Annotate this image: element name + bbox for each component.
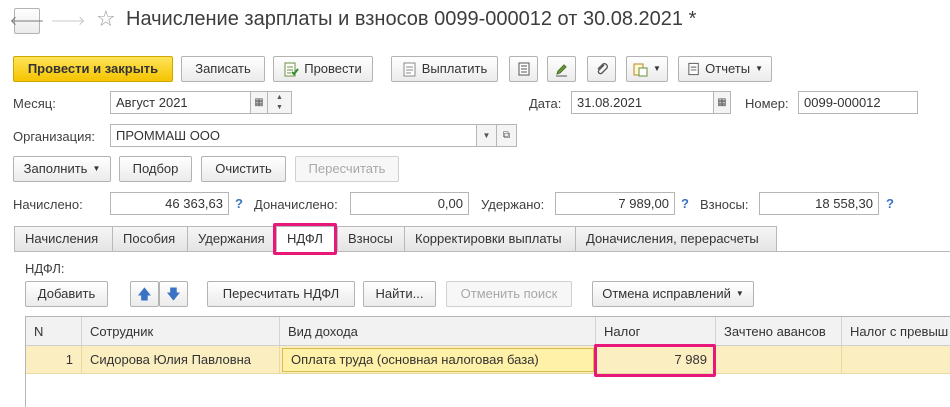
organization-input[interactable]: ПРОММАШ ООО: [110, 124, 477, 147]
month-label: Месяц:: [13, 96, 56, 111]
recalculate-button[interactable]: Пересчитать: [295, 156, 399, 182]
attach-button[interactable]: [587, 56, 616, 82]
additional-accrued-value: 0,00: [350, 192, 469, 215]
table-row[interactable]: 1 Сидорова Юлия Павловна Оплата труда (о…: [26, 346, 950, 374]
column-header-n[interactable]: N: [26, 317, 82, 346]
add-button[interactable]: Добавить: [25, 281, 108, 307]
post-and-close-button[interactable]: Провести и закрыть: [13, 56, 173, 82]
pay-button[interactable]: Выплатить: [391, 56, 498, 82]
chevron-down-icon: ▼: [653, 64, 661, 73]
cell-income-type[interactable]: Оплата труда (основная налоговая база): [282, 348, 594, 372]
withheld-help-icon[interactable]: ?: [681, 196, 689, 211]
window-title: Начисление зарплаты и взносов 0099-00001…: [126, 8, 697, 30]
withheld-value: 7 989,00: [555, 192, 675, 215]
organization-dropdown-button[interactable]: ▼: [477, 124, 497, 147]
column-header-income-type[interactable]: Вид дохода: [280, 317, 596, 346]
fill-button[interactable]: Заполнить ▼: [13, 156, 111, 182]
date-input[interactable]: 31.08.2021: [571, 91, 714, 114]
tax-cell-highlight: [594, 344, 716, 377]
cell-excess-tax[interactable]: [842, 346, 950, 374]
cancel-corrections-button[interactable]: Отмена исправлений ▼: [592, 281, 754, 307]
ndfl-section-label: НДФЛ:: [25, 261, 65, 276]
number-label: Номер:: [745, 96, 789, 111]
organization-label: Организация:: [13, 129, 96, 144]
clear-button[interactable]: Очистить: [201, 156, 286, 182]
pencil-icon: [556, 63, 567, 76]
list-icon: [518, 62, 529, 76]
month-calendar-button[interactable]: ▦: [251, 91, 268, 114]
tab-recalculations[interactable]: Доначисления, перерасчеты: [575, 226, 777, 252]
accrued-value: 46 363,63: [110, 192, 229, 215]
post-button[interactable]: Провести: [273, 56, 373, 82]
chevron-down-icon: ▼: [735, 289, 744, 298]
ndfl-tab-highlight: [273, 223, 337, 255]
pay-document-icon: [403, 62, 416, 76]
post-document-icon: [284, 62, 300, 76]
move-down-button[interactable]: 🡇: [159, 281, 188, 307]
tab-payment-corrections[interactable]: Корректировки выплаты: [404, 226, 576, 252]
column-header-advances[interactable]: Зачтено авансов: [716, 317, 842, 346]
edit-button[interactable]: [547, 56, 576, 82]
number-input[interactable]: 0099-000012: [798, 91, 918, 114]
favorite-star-icon[interactable]: ☆: [96, 6, 116, 32]
open-link-icon: ⧉: [502, 130, 511, 141]
month-input[interactable]: Август 2021: [110, 91, 251, 114]
additional-accrued-label: Доначислено:: [254, 197, 338, 212]
calendar-icon: ▦: [254, 97, 264, 108]
cell-n[interactable]: 1: [26, 346, 82, 374]
contributions-label: Взносы:: [700, 197, 749, 212]
column-header-excess-tax[interactable]: Налог с превыш: [842, 317, 950, 346]
chevron-down-icon: ▼: [92, 164, 101, 173]
ndfl-table: N Сотрудник Вид дохода Налог Зачтено ава…: [25, 316, 950, 407]
organization-open-button[interactable]: ⧉: [497, 124, 517, 147]
calendar-icon: ▦: [717, 97, 727, 108]
document-create-icon: [633, 63, 648, 76]
cell-employee[interactable]: Сидорова Юлия Павловна: [82, 346, 280, 374]
withheld-label: Удержано:: [481, 197, 545, 212]
column-header-employee[interactable]: Сотрудник: [82, 317, 280, 346]
paperclip-icon: [597, 63, 608, 75]
cell-advances[interactable]: [716, 346, 842, 374]
back-button[interactable]: 🡐: [10, 8, 44, 34]
arrow-down-icon: 🡇: [166, 286, 181, 302]
recalculate-ndfl-button[interactable]: Пересчитать НДФЛ: [207, 281, 355, 307]
tab-contributions[interactable]: Взносы: [337, 226, 405, 252]
arrow-right-icon: 🡒: [50, 13, 86, 28]
column-header-tax[interactable]: Налог: [596, 317, 716, 346]
arrow-left-icon: 🡐: [9, 13, 45, 28]
move-up-button[interactable]: 🡅: [130, 281, 159, 307]
tab-deductions[interactable]: Удержания: [187, 226, 277, 252]
cancel-search-button[interactable]: Отменить поиск: [446, 281, 572, 307]
save-button[interactable]: Записать: [181, 56, 265, 82]
date-calendar-button[interactable]: ▦: [714, 91, 731, 114]
stepper-up-icon: ▲: [276, 94, 283, 101]
date-label: Дата:: [529, 96, 562, 111]
accrued-label: Начислено:: [13, 197, 83, 212]
list-view-button[interactable]: [509, 56, 538, 82]
chevron-down-icon: ▼: [482, 131, 491, 140]
select-button[interactable]: Подбор: [119, 156, 192, 182]
create-based-on-button[interactable]: ▼: [626, 56, 668, 82]
arrow-up-icon: 🡅: [137, 286, 152, 302]
contributions-help-icon[interactable]: ?: [886, 196, 894, 211]
contributions-value: 18 558,30: [759, 192, 879, 215]
chevron-down-icon: ▼: [755, 64, 763, 73]
stepper-down-icon: ▼: [276, 104, 283, 111]
tab-benefits[interactable]: Пособия: [112, 226, 188, 252]
reports-button[interactable]: Отчеты ▼: [678, 56, 772, 82]
forward-button[interactable]: 🡒: [51, 8, 86, 34]
report-icon: [688, 62, 699, 76]
month-stepper[interactable]: ▲ ▼: [268, 91, 292, 114]
accrued-help-icon[interactable]: ?: [235, 196, 243, 211]
tab-accruals[interactable]: Начисления: [14, 226, 113, 252]
find-button[interactable]: Найти...: [363, 281, 436, 307]
